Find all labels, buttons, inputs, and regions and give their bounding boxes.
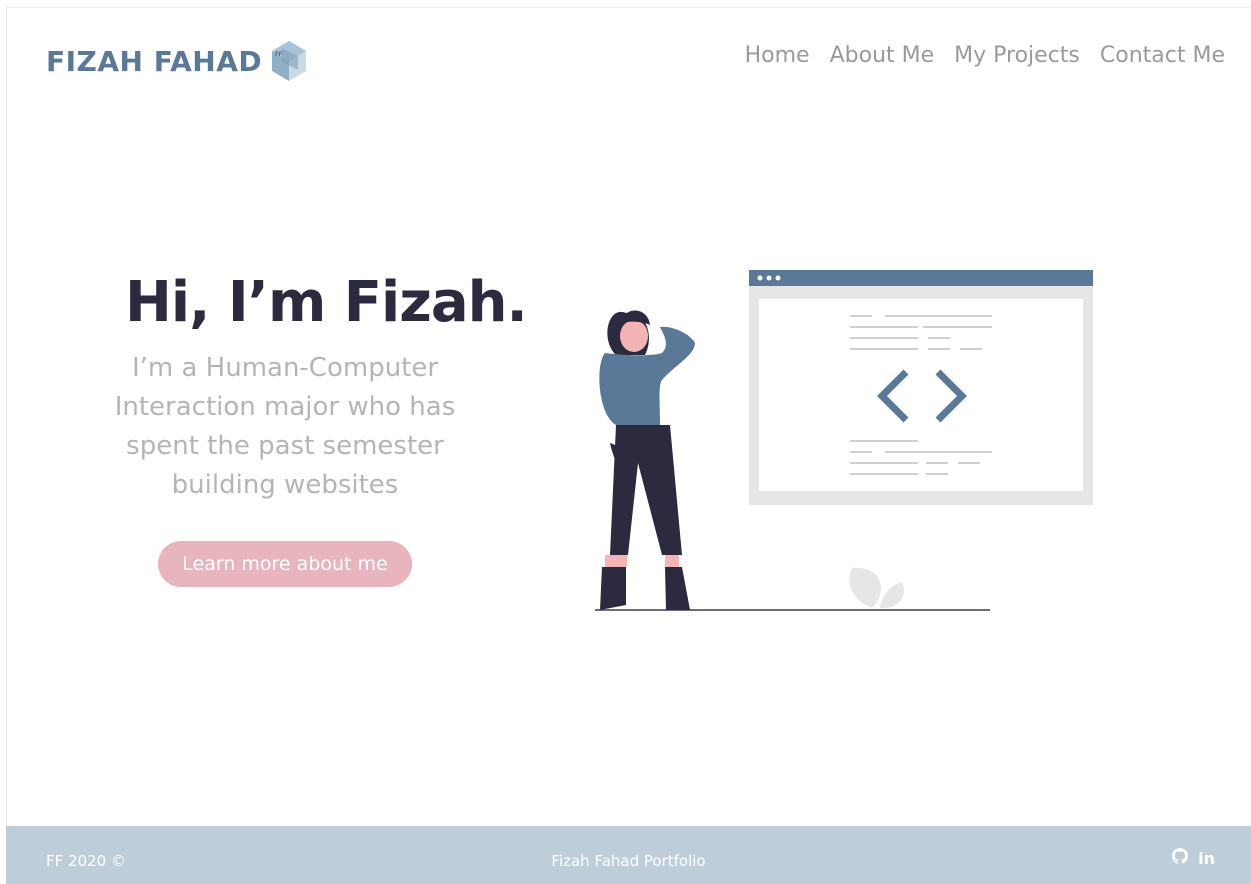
hero-subtitle: I’m a Human-Computer Interaction major w…: [100, 349, 470, 505]
hero-subtitle-line: spent the past semester: [126, 431, 444, 461]
logo-text: FIZAH FAHAD: [46, 44, 263, 78]
site-logo[interactable]: FIZAH FAHAD FF: [46, 40, 308, 82]
footer-title: Fizah Fahad Portfolio: [551, 852, 706, 870]
footer: FF 2020 © Fizah Fahad Portfolio in: [6, 826, 1251, 884]
hero-illustration: [590, 265, 1100, 620]
main-nav: Home About Me My Projects Contact Me: [745, 43, 1225, 68]
nav-about-me[interactable]: About Me: [830, 43, 935, 68]
linkedin-icon[interactable]: in: [1198, 849, 1215, 868]
hero-subtitle-line: building websites: [171, 470, 399, 500]
nav-home[interactable]: Home: [745, 43, 810, 68]
hero-subtitle-line: Interaction major who has: [114, 392, 456, 422]
developer-illustration: [595, 270, 1093, 611]
hero-title: Hi, I’m Fizah.: [125, 270, 528, 335]
github-icon[interactable]: [1172, 848, 1189, 868]
nav-my-projects[interactable]: My Projects: [954, 43, 1080, 68]
nav-contact-me[interactable]: Contact Me: [1100, 43, 1225, 68]
footer-social-links: in: [1172, 848, 1215, 868]
logo-hex-icon: FF: [270, 40, 308, 82]
logo-initials: FF: [275, 52, 283, 58]
hero-subtitle-line: I’m a Human-Computer: [131, 353, 439, 383]
learn-more-button[interactable]: Learn more about me: [158, 541, 412, 587]
hero-section: Hi, I’m Fizah. I’m a Human-Computer Inte…: [100, 270, 528, 587]
